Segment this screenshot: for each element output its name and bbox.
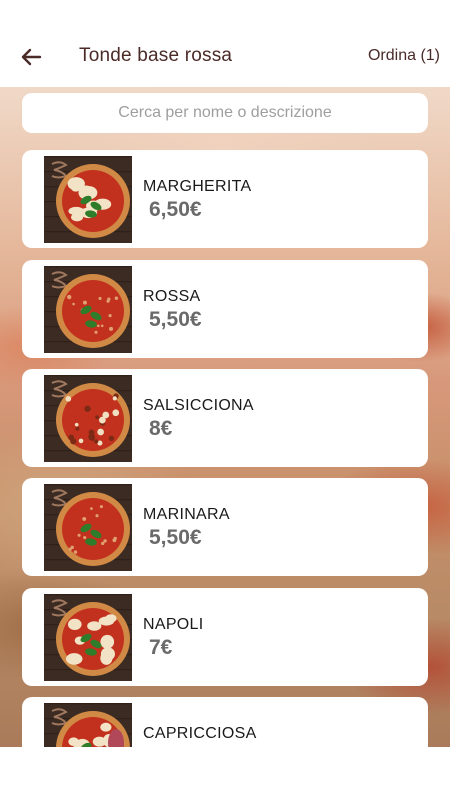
pizza-picture [44,594,132,681]
page-title: Tonde base rossa [79,45,233,66]
pizza-picture [44,375,132,462]
product-name: MARGHERITA [143,178,252,195]
product-image [44,375,132,462]
product-image [44,484,132,571]
order-button[interactable]: Ordina (1) [368,47,440,65]
product-name: CAPRICCIOSA [143,725,257,742]
product-price: 6,50€ [149,198,202,221]
product-name: SALSICCIONA [143,397,254,414]
product-card-marinara[interactable]: MARINARA 5,50€ [22,478,428,576]
product-card-margherita[interactable]: MARGHERITA 6,50€ [22,150,428,248]
product-name: MARINARA [143,506,230,523]
pizza-picture [44,484,132,571]
back-button[interactable] [18,44,44,70]
product-image [44,156,132,243]
product-price: 5,50€ [149,526,202,549]
product-price: 8€ [149,417,173,440]
product-image [44,594,132,681]
app-bar: Tonde base rossa Ordina (1) [0,0,450,87]
search-input[interactable]: Cerca per nome o descrizione [22,93,428,133]
product-price: 7€ [149,636,173,659]
arrow-left-icon [21,48,42,66]
product-name: NAPOLI [143,616,204,633]
product-card-napoli[interactable]: NAPOLI 7€ [22,588,428,686]
product-card-rossa[interactable]: ROSSA 5,50€ [22,260,428,358]
product-image [44,266,132,353]
pizza-picture [44,156,132,243]
product-name: ROSSA [143,288,201,305]
pizza-picture [44,266,132,353]
product-card-salsicciona[interactable]: SALSICCIONA 8€ [22,369,428,467]
product-price: 5,50€ [149,308,202,331]
system-nav-bar [0,747,450,800]
search-placeholder: Cerca per nome o descrizione [118,104,332,121]
